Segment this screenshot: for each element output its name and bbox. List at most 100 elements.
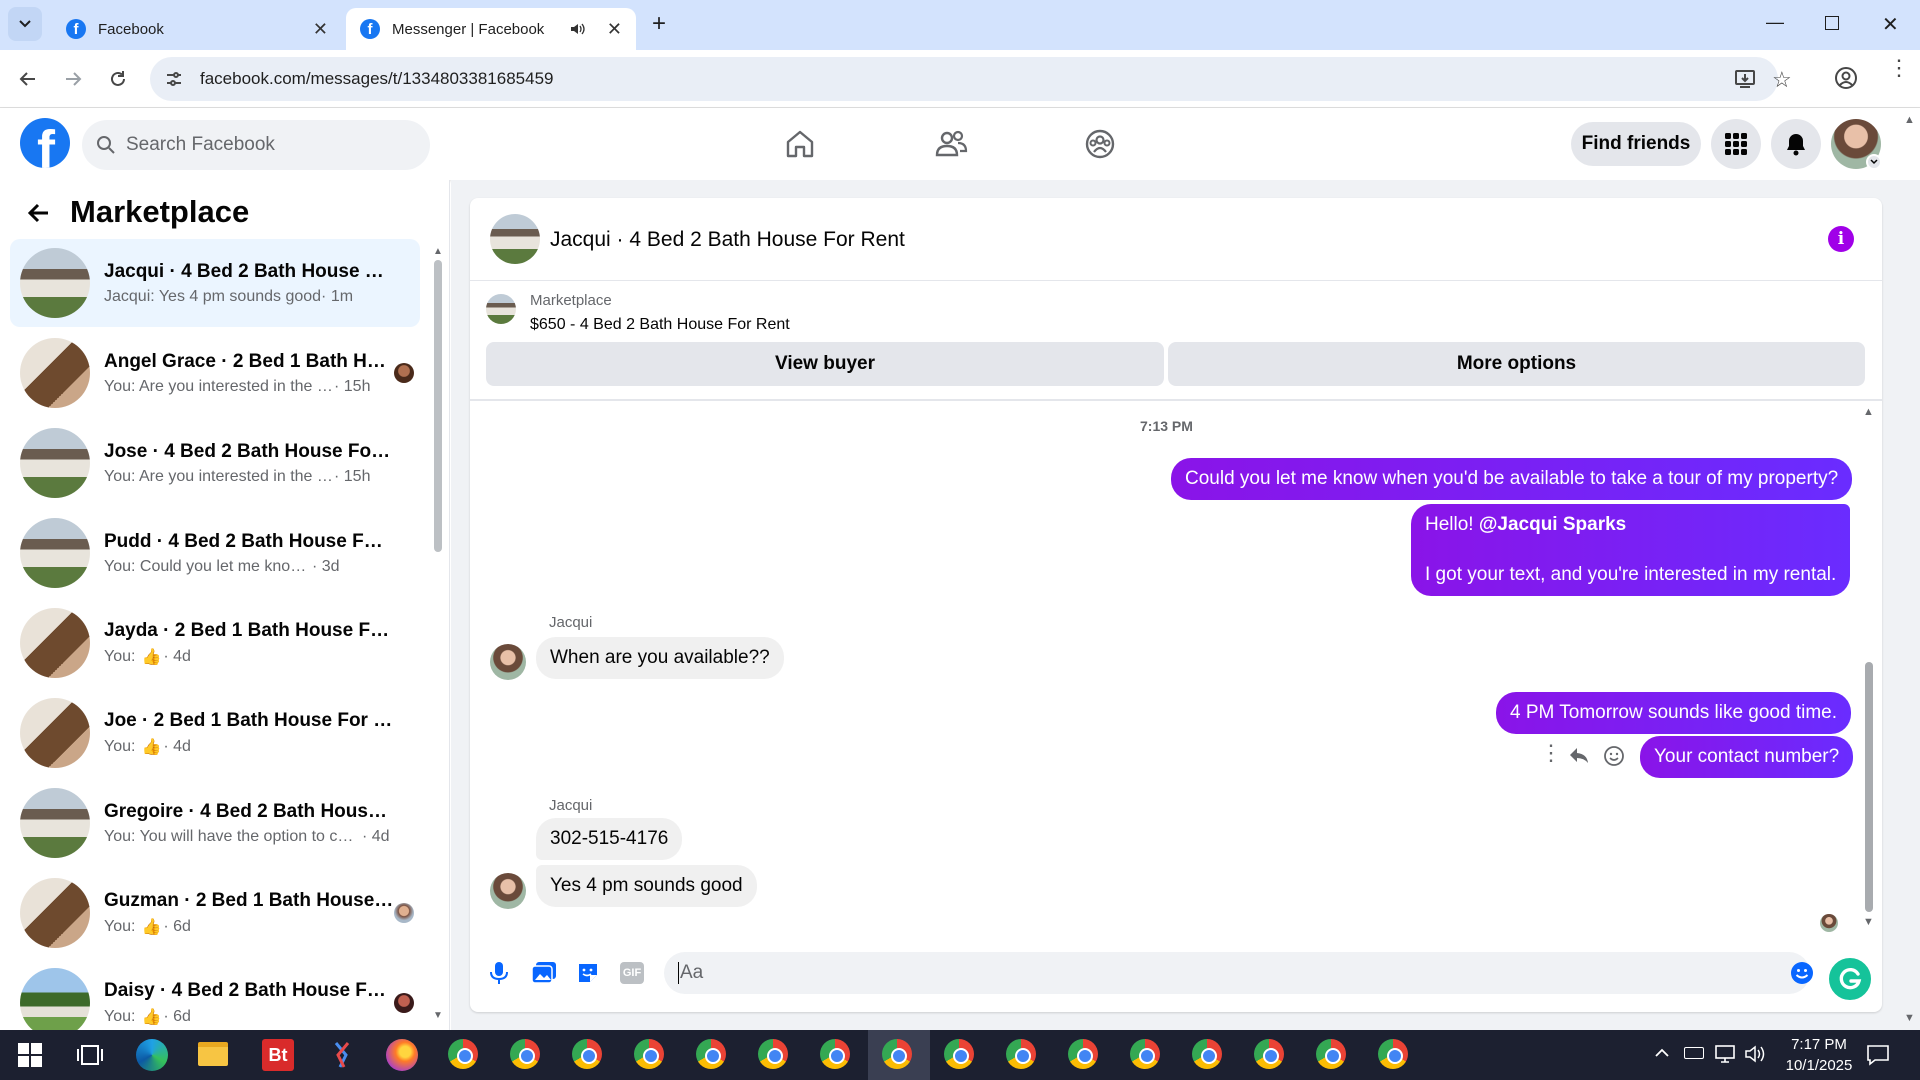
conversation-item[interactable]: Jacqui · 4 Bed 2 Bath House For Rent Jac… [10,239,420,327]
grammarly-icon[interactable] [1827,956,1873,1002]
chrome-icon[interactable] [1068,1039,1100,1071]
chat-title[interactable]: Jacqui · 4 Bed 2 Bath House For Rent [550,228,905,252]
chrome-icon[interactable] [1006,1039,1038,1071]
sent-message[interactable]: 4 PM Tomorrow sounds like good time. [1496,692,1852,734]
bookmark-star-icon[interactable]: ☆ [1772,67,1792,93]
react-emoji-icon[interactable] [1603,745,1625,767]
conversation-item[interactable]: Joe · 2 Bed 1 Bath House For Rent You: 👍 ·… [10,689,420,777]
chrome-icon[interactable] [696,1039,728,1071]
info-icon[interactable]: i [1828,226,1854,252]
sender-avatar[interactable] [490,644,526,680]
address-bar[interactable]: facebook.com/messages/t/1334803381685459 [150,57,1778,101]
conversation-item[interactable]: Gregoire · 4 Bed 2 Bath House For Rent Y… [10,779,420,867]
speaker-icon[interactable] [569,21,585,37]
bt-app-icon[interactable]: Bt [262,1039,294,1071]
back-arrow-icon[interactable] [26,200,52,226]
groups-nav-icon[interactable] [1084,128,1116,160]
reply-icon[interactable] [1568,746,1590,766]
restore-window-icon[interactable] [1825,16,1839,30]
conversation-item[interactable]: Daisy · 4 Bed 2 Bath House For Rent You:… [10,959,420,1030]
mention-link[interactable]: @Jacqui Sparks [1479,514,1626,535]
friends-nav-icon[interactable] [934,128,968,160]
sent-message[interactable]: Hello! @Jacqui Sparks I got your text, a… [1411,504,1851,596]
conversation-item[interactable]: Guzman · 2 Bed 1 Bath House For Rent You… [10,869,420,957]
gif-icon[interactable]: GIF [620,962,644,984]
emoji-picker-icon[interactable] [1790,961,1814,985]
site-settings-icon[interactable] [164,69,184,89]
scroll-down-arrow-icon[interactable]: ▼ [1863,916,1874,928]
received-message[interactable]: Yes 4 pm sounds good [536,865,757,907]
tab-messenger[interactable]: f Messenger | Facebook ✕ [346,8,636,50]
network-icon[interactable] [1714,1044,1736,1064]
conversation-item[interactable]: Jose · 4 Bed 2 Bath House For Rent You: … [10,419,420,507]
scroll-down-arrow-icon[interactable]: ▼ [433,1010,443,1021]
page-scroll-down-icon[interactable]: ▼ [1904,1012,1915,1024]
edge-browser-icon[interactable] [136,1039,168,1071]
received-message[interactable]: 302-515-4176 [536,818,683,860]
reload-button[interactable] [100,61,136,97]
voice-clip-icon[interactable] [488,960,510,986]
page-scroll-up-icon[interactable]: ▲ [1904,114,1915,126]
scroll-up-arrow-icon[interactable]: ▲ [433,246,443,257]
chrome-icon[interactable] [758,1039,790,1071]
close-tab-icon[interactable]: ✕ [313,19,328,40]
battery-icon[interactable] [1684,1047,1704,1059]
received-message[interactable]: When are you available?? [536,637,784,679]
scroll-up-arrow-icon[interactable]: ▲ [1863,406,1874,418]
notifications-button[interactable] [1771,119,1821,169]
menu-button[interactable] [1711,119,1761,169]
search-bar[interactable]: Search Facebook [82,120,430,170]
chrome-icon[interactable] [1254,1039,1286,1071]
app-icon[interactable] [326,1039,358,1071]
url-text[interactable]: facebook.com/messages/t/1334803381685459 [200,69,553,89]
profile-icon[interactable] [1834,66,1858,90]
new-tab-plus-icon[interactable]: + [652,10,666,38]
sender-avatar[interactable] [490,873,526,909]
listing-title[interactable]: $650 - 4 Bed 2 Bath House For Rent [530,316,790,334]
install-app-icon[interactable] [1734,68,1756,90]
task-view-icon[interactable] [76,1039,108,1071]
chrome-icon[interactable] [1192,1039,1224,1071]
scrollbar-thumb[interactable] [1865,662,1873,912]
close-window-icon[interactable]: ✕ [1882,12,1899,37]
chrome-icon-active[interactable] [882,1039,914,1071]
back-button[interactable] [10,61,46,97]
forward-button[interactable] [55,61,91,97]
message-input[interactable]: Aa [664,952,1810,994]
sent-message[interactable]: Your contact number? [1640,736,1854,778]
facebook-logo-icon[interactable]: f [20,118,70,168]
chrome-icon[interactable] [1130,1039,1162,1071]
show-hidden-icons-chevron-icon[interactable] [1654,1046,1670,1058]
tab-facebook[interactable]: f Facebook ✕ [52,8,342,50]
listing-avatar[interactable] [490,214,540,264]
scrollbar-thumb[interactable] [434,260,442,552]
taskbar-clock[interactable]: 7:17 PM 10/1/2025 [1774,1034,1864,1076]
attach-photo-icon[interactable] [531,961,557,985]
conversation-item[interactable]: Jayda · 2 Bed 1 Bath House For Rent You:… [10,599,420,687]
conversation-item[interactable]: Pudd · 4 Bed 2 Bath House For Rent You: … [10,509,420,597]
sent-message[interactable]: Could you let me know when you'd be avai… [1171,458,1853,500]
file-explorer-icon[interactable] [198,1042,228,1066]
chrome-icon[interactable] [944,1039,976,1071]
chrome-icon[interactable] [820,1039,852,1071]
close-tab-icon[interactable]: ✕ [607,19,622,40]
more-options-button[interactable]: More options [1168,342,1865,386]
chrome-icon[interactable] [510,1039,542,1071]
find-friends-button[interactable]: Find friends [1571,122,1701,166]
browser-menu-icon[interactable]: ⋮ [1888,57,1910,79]
sticker-icon[interactable] [576,961,600,985]
conversation-item[interactable]: Angel Grace · 2 Bed 1 Bath House For Ren… [10,329,420,417]
windows-start-icon[interactable] [16,1039,48,1071]
chrome-icon[interactable] [572,1039,604,1071]
firefox-icon[interactable] [386,1039,418,1071]
chrome-icon[interactable] [448,1039,480,1071]
view-buyer-button[interactable]: View buyer [486,342,1164,386]
minimize-window-icon[interactable]: — [1766,12,1784,33]
chrome-icon[interactable] [1316,1039,1348,1071]
account-chevron-icon[interactable] [1866,154,1882,170]
volume-icon[interactable] [1744,1044,1766,1064]
home-nav-icon[interactable] [784,128,816,160]
notification-center-icon[interactable] [1866,1043,1890,1067]
tab-search-button[interactable] [8,7,42,41]
chrome-icon[interactable] [634,1039,666,1071]
